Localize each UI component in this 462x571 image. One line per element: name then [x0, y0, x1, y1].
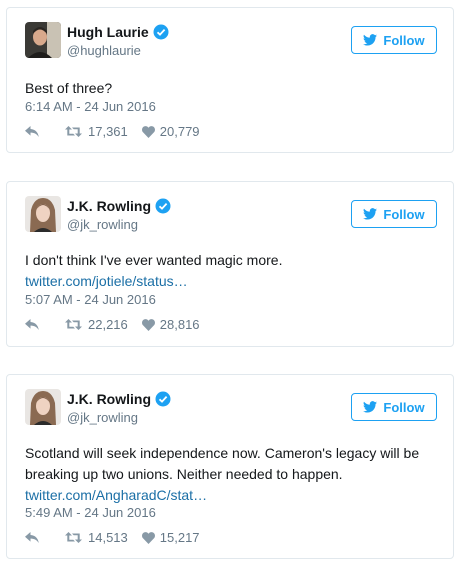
twitter-bird-icon: [363, 401, 378, 413]
like-button[interactable]: 20,779: [141, 124, 200, 139]
tweet-link[interactable]: twitter.com/AngharadC/stat…: [25, 485, 435, 506]
follow-label: Follow: [383, 206, 425, 222]
twitter-bird-icon: [363, 208, 378, 220]
retweet-button[interactable]: 14,513: [65, 530, 128, 545]
tweet-body: I don't think I've ever wanted magic mor…: [25, 250, 435, 292]
follow-label: Follow: [383, 399, 425, 415]
retweet-icon: [65, 319, 82, 330]
follow-button[interactable]: Follow: [351, 393, 437, 421]
author-handle[interactable]: @jk_rowling: [67, 410, 138, 425]
tweet-actions: 14,513 15,217: [25, 530, 200, 545]
tweet-card: J.K. Rowling @jk_rowling Follow I don't …: [6, 181, 454, 347]
retweet-button[interactable]: 22,216: [65, 317, 128, 332]
author-name[interactable]: J.K. Rowling: [67, 198, 151, 214]
like-count: 15,217: [159, 530, 200, 545]
author-row: Hugh Laurie: [67, 24, 169, 40]
retweet-button[interactable]: 17,361: [65, 124, 128, 139]
author-name[interactable]: Hugh Laurie: [67, 24, 149, 40]
like-count: 20,779: [159, 124, 200, 139]
verified-badge-icon: [155, 198, 171, 214]
verified-badge-icon: [155, 391, 171, 407]
author-row: J.K. Rowling: [67, 198, 171, 214]
retweet-count: 22,216: [88, 317, 128, 332]
twitter-bird-icon: [363, 34, 378, 46]
avatar[interactable]: [25, 389, 61, 425]
tweet-timestamp[interactable]: 5:07 AM - 24 Jun 2016: [25, 292, 156, 307]
retweet-icon: [65, 532, 82, 543]
tweet-text: Scotland will seek independence now. Cam…: [25, 445, 420, 482]
verified-badge-icon: [153, 24, 169, 40]
tweet-actions: 22,216 28,816: [25, 317, 200, 332]
author-handle[interactable]: @jk_rowling: [67, 217, 138, 232]
author-row: J.K. Rowling: [67, 391, 171, 407]
tweet-card: J.K. Rowling @jk_rowling Follow Scotland…: [6, 374, 454, 559]
like-button[interactable]: 28,816: [141, 317, 200, 332]
tweet-timestamp[interactable]: 6:14 AM - 24 Jun 2016: [25, 99, 156, 114]
tweet-body: Scotland will seek independence now. Cam…: [25, 443, 435, 506]
tweet-link[interactable]: twitter.com/jotiele/status…: [25, 271, 435, 292]
retweet-icon: [65, 126, 82, 137]
tweet-timestamp[interactable]: 5:49 AM - 24 Jun 2016: [25, 505, 156, 520]
reply-icon[interactable]: [25, 532, 43, 543]
like-button[interactable]: 15,217: [141, 530, 200, 545]
tweet-text: I don't think I've ever wanted magic mor…: [25, 252, 283, 268]
follow-label: Follow: [383, 32, 425, 48]
follow-button[interactable]: Follow: [351, 26, 437, 54]
retweet-count: 14,513: [88, 530, 128, 545]
tweet-text: Best of three?: [25, 80, 113, 96]
heart-icon: [141, 125, 155, 138]
like-count: 28,816: [159, 317, 200, 332]
retweet-count: 17,361: [88, 124, 128, 139]
author-name[interactable]: J.K. Rowling: [67, 391, 151, 407]
avatar[interactable]: [25, 196, 61, 232]
tweet-actions: 17,361 20,779: [25, 124, 200, 139]
avatar[interactable]: [25, 22, 61, 58]
reply-icon[interactable]: [25, 126, 43, 137]
reply-icon[interactable]: [25, 319, 43, 330]
author-handle[interactable]: @hughlaurie: [67, 43, 141, 58]
follow-button[interactable]: Follow: [351, 200, 437, 228]
heart-icon: [141, 531, 155, 544]
tweet-card: Hugh Laurie @hughlaurie Follow Best of t…: [6, 7, 454, 153]
heart-icon: [141, 318, 155, 331]
